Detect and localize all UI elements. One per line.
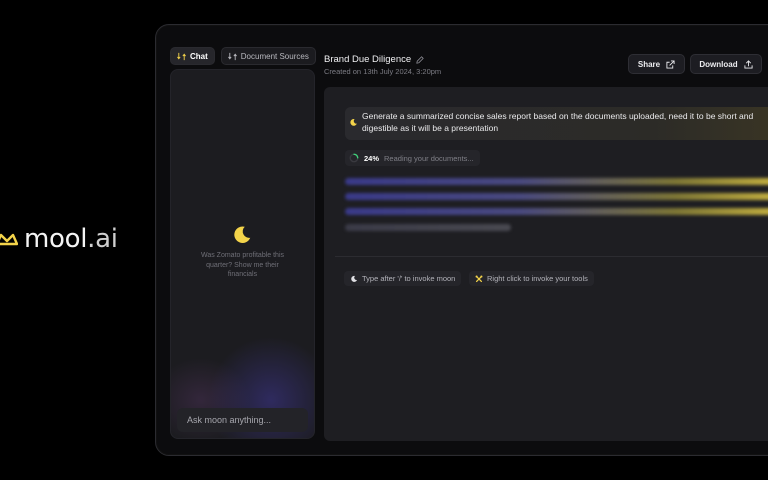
moon-icon: [351, 275, 357, 282]
moon-icon: [234, 226, 251, 243]
share-button-label: Share: [637, 59, 661, 69]
download-button-label: Download: [699, 59, 738, 69]
invoke-moon-hint-text: Type after '/' to invoke moon: [362, 274, 456, 283]
invoke-moon-hint[interactable]: Type after '/' to invoke moon: [344, 271, 462, 286]
chat-panel: Was Zomato profitable this quarter? Show…: [170, 69, 315, 439]
tools-icon: [475, 275, 483, 282]
swap-icon: [227, 52, 237, 60]
loading-skeleton-line: [345, 208, 768, 215]
loading-skeleton-line: [345, 193, 768, 200]
moon-icon: [350, 119, 357, 126]
brand-name: mool.ai: [24, 224, 118, 254]
download-button[interactable]: Download: [690, 54, 762, 74]
invoke-tools-hint[interactable]: Right click to invoke your tools: [469, 271, 594, 286]
invoke-tools-hint-text: Right click to invoke your tools: [487, 274, 588, 283]
page-title: Brand Due Diligence: [324, 54, 424, 65]
chat-suggestion[interactable]: Was Zomato profitable this quarter? Show…: [191, 251, 294, 280]
edit-pencil-icon[interactable]: [416, 55, 424, 64]
tab-chat-label: Chat: [190, 51, 208, 61]
brand-logo: mool.ai: [0, 224, 118, 254]
tab-document-sources[interactable]: Document Sources: [220, 47, 316, 65]
share-button[interactable]: Share: [628, 54, 685, 74]
tab-chat[interactable]: Chat: [170, 47, 215, 65]
divider: [335, 256, 768, 257]
tab-document-sources-label: Document Sources: [240, 51, 309, 61]
upload-tray-icon: [744, 59, 753, 69]
page-title-text: Brand Due Diligence: [324, 54, 412, 65]
chat-input[interactable]: Ask moon anything...: [177, 408, 308, 432]
swap-icon: [177, 52, 186, 60]
loading-skeleton-line: [345, 224, 511, 231]
created-date: Created on 13th July 2024, 3:20pm: [324, 67, 442, 76]
share-icon: [666, 59, 675, 69]
user-prompt-text: Generate a summarized concise sales repo…: [362, 111, 754, 133]
progress-percent: 24%: [364, 153, 380, 163]
panel-tabs: Chat Document Sources: [170, 47, 316, 65]
crown-logo-icon: [0, 233, 18, 246]
progress-text: Reading your documents...: [384, 153, 474, 163]
main-content: [324, 87, 768, 441]
loading-skeleton-line: [345, 178, 768, 185]
progress-ring-icon: [349, 153, 359, 163]
progress-status: 24% Reading your documents...: [345, 150, 480, 166]
